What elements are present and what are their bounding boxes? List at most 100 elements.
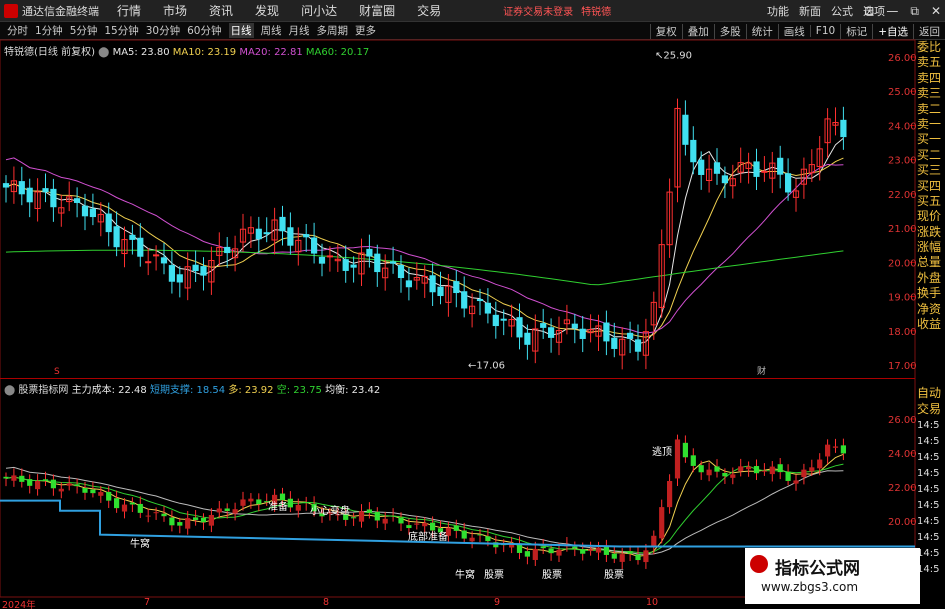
quote-label: 净资 [917,301,942,316]
candle-body [611,337,618,349]
y-tick-label: 21.00 [888,224,917,235]
trade-label: 14:5 [917,436,940,447]
quote-label: 委比 [917,40,942,54]
candle-body [429,275,436,293]
sub-candle-body [532,548,538,560]
sub-candle-body [193,517,199,520]
candle-body [89,208,97,218]
sub-candle-body [398,517,404,524]
sub-candle-body [374,511,380,521]
watermark-logo-icon [750,555,768,573]
sub-candle-body [11,475,17,481]
sub-annotation: 准备 [268,500,288,513]
x-tick-label: 8 [323,597,330,608]
sub-candle-body [66,483,72,486]
sub-candle-body [82,487,88,493]
sub-candle-body [3,476,9,479]
candle-body [579,328,586,339]
sub-candle-body [366,509,372,513]
sub-candle-body [74,484,80,487]
sub-candle-body [738,466,744,472]
trade-panel: 自动 交易 14:5 14:5 14:5 14:5 14:5 14:5 14:5 14:5 14:5… [917,386,945,578]
sub-candle-body [698,465,704,473]
sub-candle-body [351,517,357,519]
sub-candle-body [390,515,396,517]
sub-candle-body [240,499,246,506]
sub-candle-body [121,504,128,512]
pane-separator[interactable] [0,378,915,379]
sub-annotation: 小心变盘 [310,504,350,517]
y-tick-label: 23.00 [888,156,917,167]
quote-label: 买四 [917,178,942,193]
app-window: 通达信金融终端 行情 市场 资讯 发现 问小达 财富圈 交易 证券交易未登录 特… [0,0,945,609]
candle-body [303,234,310,238]
watermark-title: 指标公式网 [775,559,860,579]
sub-candle-body [777,464,783,473]
long-label: 多: 23.92 [228,385,274,396]
sub-candle-body [382,518,388,524]
quote-label: 总量 [917,255,942,270]
quote-label: 卖五 [917,55,942,70]
quote-label: 卖四 [917,70,942,85]
candle-body [516,317,523,338]
candle-body [540,323,547,328]
sub-candle-body [659,507,665,539]
watermark-url: www.zbgs3.com [761,580,859,594]
candle-body [721,175,728,184]
candle-body [397,264,405,279]
ma10-label: MA10: 23.19 [172,47,237,58]
sub-candle-body [106,491,112,501]
quote-label: 涨跌 [917,224,942,239]
candle-body [153,254,160,257]
sub-candle-body [753,466,760,474]
main-legend: 特锐德(日线 前复权) ⬤ MA5: 23.80 MA10: 23.19 MA2… [4,43,369,58]
y-tick-label: 17.00 [888,361,917,372]
sub-candle-body [761,470,767,472]
short-label: 空: 23.75 [276,385,322,396]
trade-label: 14:5 [917,468,940,479]
sub-candle-body [595,547,602,553]
candle-body [500,318,507,321]
trade-label: 14:5 [917,516,940,527]
candle-body [698,159,705,175]
trade-label: 交易 [917,402,942,416]
sub-candle-body [200,518,207,523]
sub-candle-body [256,499,262,505]
candle-body [350,264,357,268]
candle-body [437,286,444,297]
sub-candle-body [840,445,846,454]
trade-label: 14:5 [917,548,940,559]
candle-body [192,264,199,272]
candle-body [405,280,412,288]
sub-candle-body [477,534,483,536]
sub-candle-body [50,479,56,489]
sub-candle-body [730,474,736,478]
kline-chart[interactable]: 26.00 25.00 24.00 23.00 22.00 21.00 20.00 19.00… [0,0,945,609]
settings-dot-icon[interactable]: ⬤ [98,47,109,58]
candle-body [634,339,642,352]
candle-body [26,187,33,203]
sub-candle-body [832,446,839,448]
sub-candle-body [690,455,696,466]
sub-candle-body [643,550,649,563]
candle-body [255,228,262,240]
trade-label: 14:5 [917,452,940,463]
sub-candle-body [42,479,49,481]
candle-body [492,314,499,327]
sub-candle-body [674,439,681,479]
sub-candle-body [635,554,641,561]
ma20-line [5,157,844,334]
sub-candle-body [667,481,673,508]
settings-dot-icon[interactable]: ⬤ [4,385,15,396]
sub-candle-body [153,512,159,514]
candle-body [761,170,768,173]
sub-candle-body [35,480,41,490]
candle-body [753,161,760,177]
candle-body [176,274,183,283]
sub-candle-body [809,467,815,472]
sub-candle-body [651,535,657,547]
sub-candle-body [825,444,831,457]
main-cost-label: 主力成本: 22.48 [71,385,147,396]
candle-body [603,322,610,342]
candle-body [129,234,136,240]
